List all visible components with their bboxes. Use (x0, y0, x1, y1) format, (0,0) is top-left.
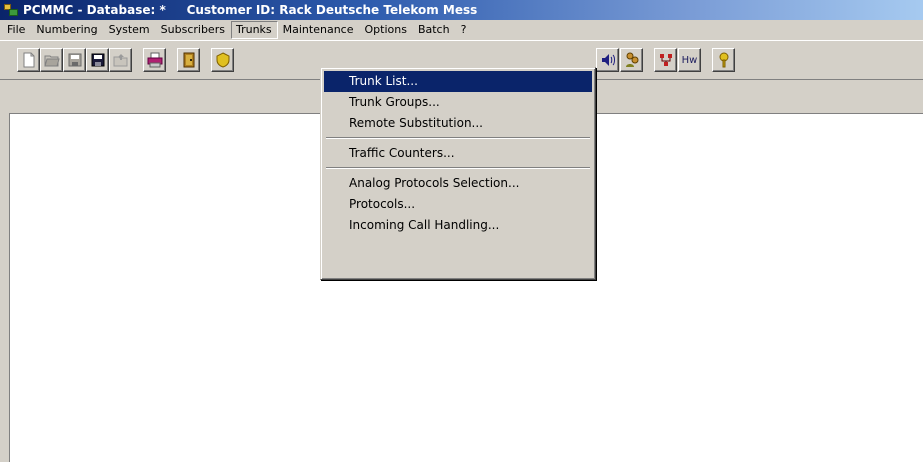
save-all-button[interactable] (86, 48, 109, 72)
hardware-icon: Hw (681, 54, 698, 66)
open-disabled-icon (113, 54, 127, 67)
menu-item-trunk-list[interactable]: Trunk List... (324, 71, 592, 92)
shield-icon (216, 52, 229, 68)
speaker-button[interactable] (596, 48, 619, 72)
app-icon[interactable] (3, 3, 19, 17)
menu-system[interactable]: System (104, 21, 156, 39)
open-folder-icon (43, 55, 60, 67)
menu-options[interactable]: Options (359, 21, 412, 39)
menu-trunks[interactable]: Trunks (230, 21, 278, 39)
menu-item-remote-substitution[interactable]: Remote Substitution... (324, 113, 592, 134)
menu-item-trunk-groups[interactable]: Trunk Groups... (324, 92, 592, 113)
help-button[interactable] (712, 48, 735, 72)
menu-numbering[interactable]: Numbering (31, 21, 103, 39)
shield-button[interactable] (211, 48, 234, 72)
users-button[interactable] (620, 48, 643, 72)
open-button[interactable] (40, 48, 63, 72)
menu-maintenance[interactable]: Maintenance (278, 21, 360, 39)
new-file-button[interactable] (17, 48, 40, 72)
menu-file[interactable]: File (2, 21, 31, 39)
save-icon (68, 53, 81, 67)
print-icon (147, 52, 162, 68)
menu-item-protocols[interactable]: Protocols... (324, 194, 592, 215)
menu-bar: File Numbering System Subscribers Trunks… (0, 20, 923, 40)
trunks-menu: Trunk List... Trunk Groups... Remote Sub… (320, 67, 596, 280)
menu-separator (324, 164, 592, 173)
menu-help[interactable]: ? (456, 21, 473, 39)
speaker-icon (601, 54, 615, 66)
save-all-icon (91, 53, 104, 67)
new-file-icon (23, 52, 34, 68)
menu-item-analog-protocols-selection[interactable]: Analog Protocols Selection... (324, 173, 592, 194)
window-title: PCMMC - Database: * Customer ID: Rack De… (23, 3, 478, 17)
menu-item-incoming-call-handling[interactable]: Incoming Call Handling... (324, 215, 592, 236)
save-button[interactable] (63, 48, 86, 72)
title-bar[interactable]: PCMMC - Database: * Customer ID: Rack De… (0, 0, 923, 20)
menu-separator (324, 134, 592, 143)
exit-button[interactable] (177, 48, 200, 72)
hardware-button[interactable]: Hw (678, 48, 701, 72)
print-button[interactable] (143, 48, 166, 72)
open-disabled-button[interactable] (109, 48, 132, 72)
menu-batch[interactable]: Batch (413, 21, 456, 39)
help-key-icon (719, 52, 728, 68)
menu-item-traffic-counters[interactable]: Traffic Counters... (324, 143, 592, 164)
users-icon (625, 52, 638, 67)
menu-subscribers[interactable]: Subscribers (156, 21, 231, 39)
network-button[interactable] (654, 48, 677, 72)
network-icon (659, 54, 672, 66)
door-icon (183, 52, 194, 68)
